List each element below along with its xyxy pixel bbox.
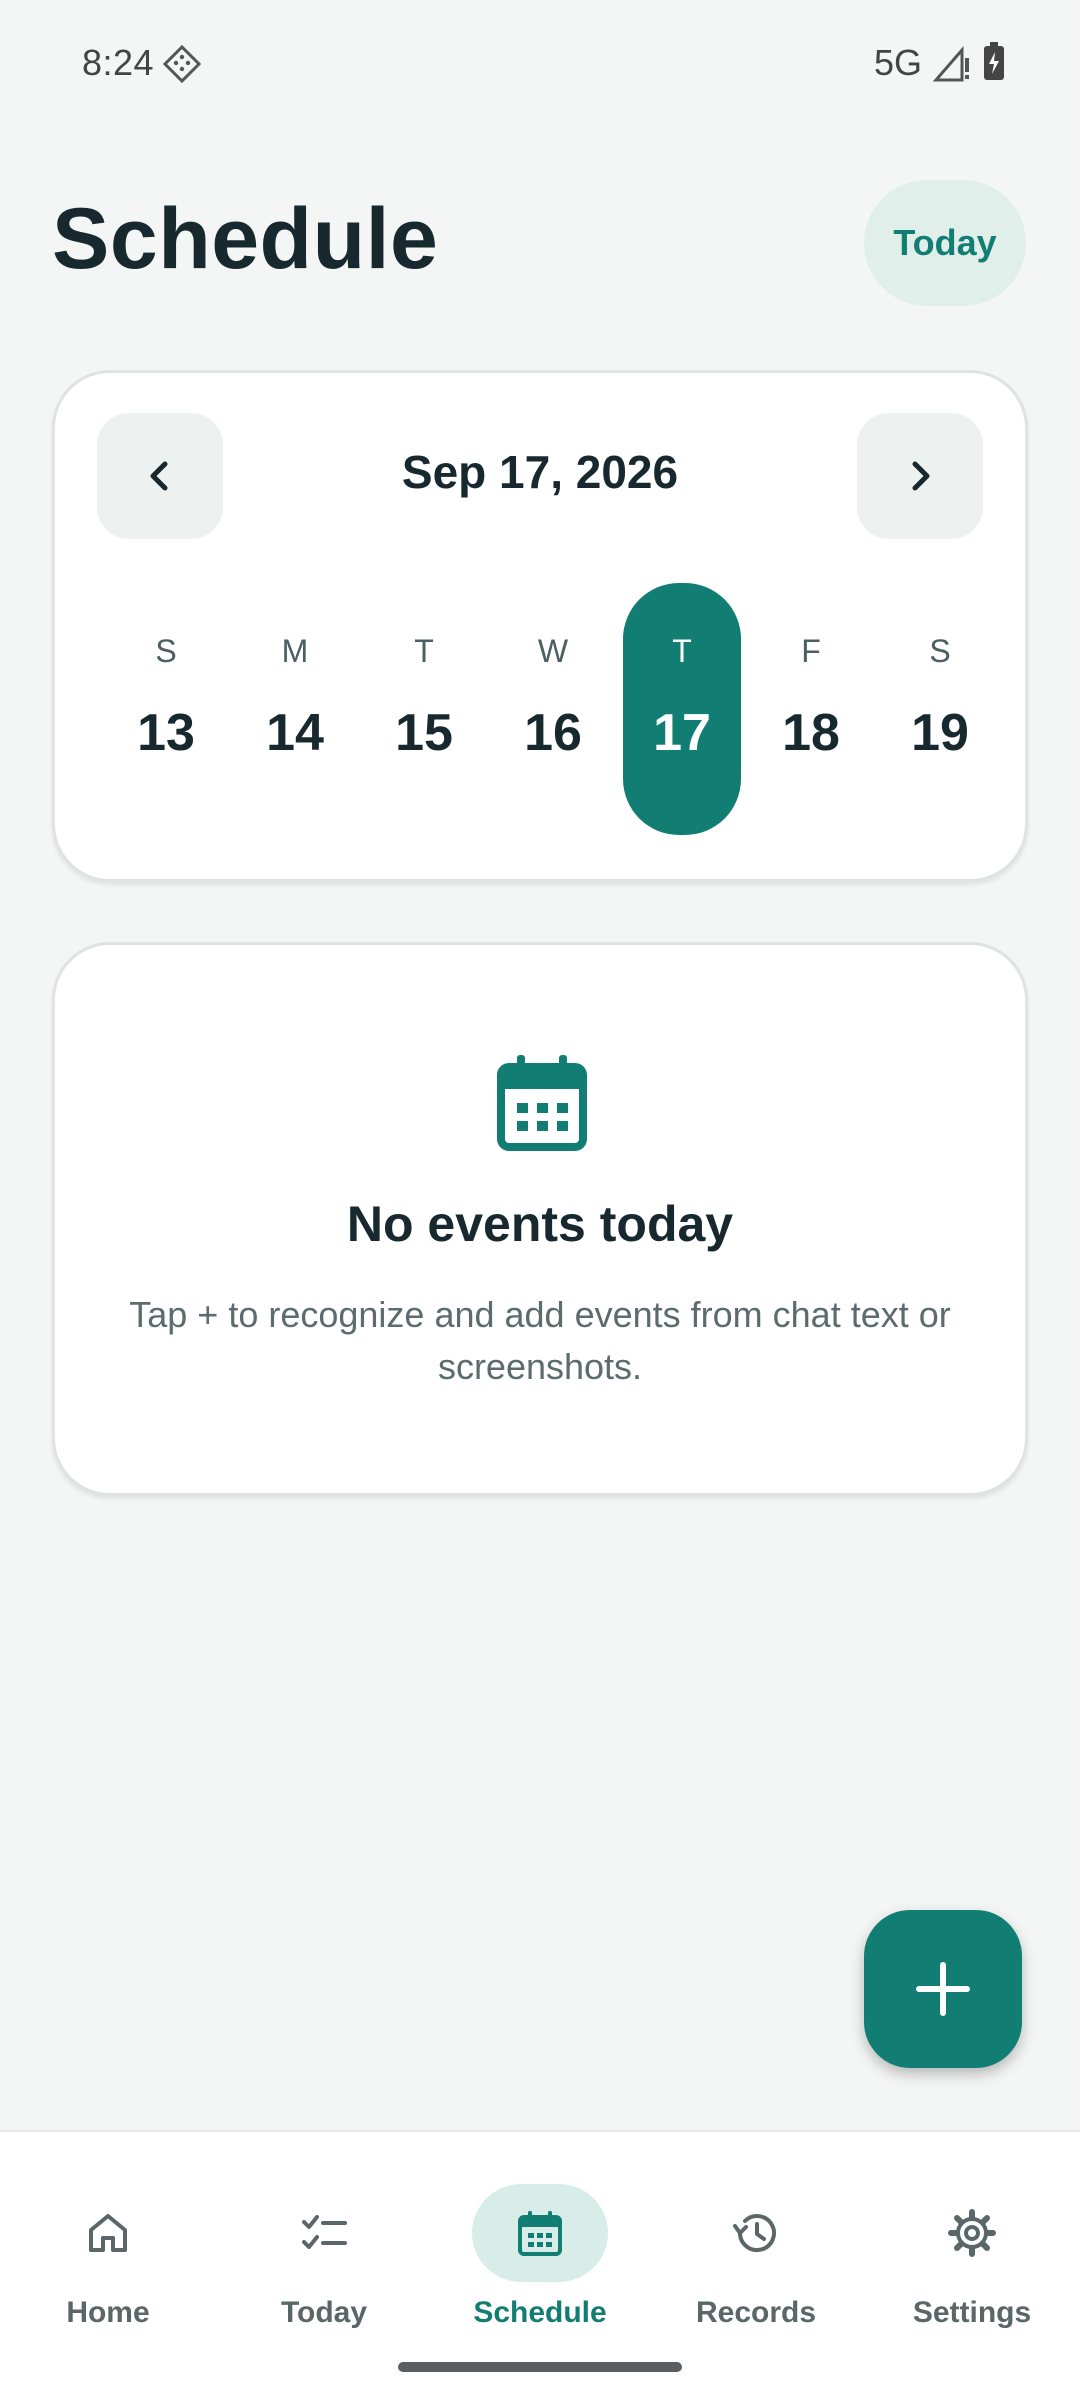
day-letter: T — [414, 633, 434, 669]
add-event-button[interactable] — [864, 1910, 1022, 2068]
calendar-icon — [518, 2211, 562, 2256]
calendar-icon — [497, 1055, 587, 1151]
day-cell[interactable]: F 18 — [752, 583, 870, 835]
day-cell[interactable]: S 19 — [881, 583, 999, 835]
nav-item-settings[interactable]: Settings — [872, 2158, 1072, 2348]
next-week-button[interactable] — [857, 413, 983, 539]
day-letter: M — [281, 633, 309, 669]
empty-state-description: Tap + to recognize and add events from c… — [129, 1294, 951, 1387]
day-number: 13 — [137, 704, 195, 762]
nav-icon-container — [472, 2184, 608, 2282]
day-letter: S — [929, 633, 951, 669]
nav-icon-container — [904, 2184, 1040, 2282]
checklist-icon — [302, 2215, 347, 2249]
day-number: 19 — [911, 704, 969, 762]
nav-item-home[interactable]: Home — [8, 2158, 208, 2348]
signal-icon — [932, 45, 969, 82]
bottom-navigation: Home Today Schedule Records Settings — [0, 2130, 1080, 2400]
nav-icon-container — [40, 2184, 176, 2282]
day-number: 18 — [782, 704, 840, 762]
week-calendar-card: Sep 17, 2026 S 13 M 14 T 15 W 16 T 17 F … — [52, 370, 1028, 882]
nav-label: Schedule — [473, 2296, 607, 2329]
nav-item-today[interactable]: Today — [224, 2158, 424, 2348]
status-time: 8:24 — [82, 42, 155, 83]
day-cell[interactable]: T 15 — [365, 583, 483, 835]
empty-events-card: No events today Tap + to recognize and a… — [52, 942, 1028, 1496]
day-letter: W — [537, 633, 569, 669]
week-strip: S 13 M 14 T 15 W 16 T 17 F 18 S 19 — [107, 583, 985, 835]
nav-icon-container — [688, 2184, 824, 2282]
day-letter: S — [155, 633, 177, 669]
network-type: 5G — [874, 42, 923, 83]
nav-item-schedule[interactable]: Schedule — [440, 2158, 640, 2348]
history-icon — [733, 2214, 776, 2253]
chevron-right-icon — [912, 461, 930, 491]
plus-icon — [916, 1962, 970, 2016]
day-cell[interactable]: S 13 — [107, 583, 225, 835]
day-cell[interactable]: M 14 — [236, 583, 354, 835]
day-cell[interactable]: W 16 — [494, 583, 612, 835]
empty-state-title: No events today — [346, 1196, 734, 1252]
nav-label: Today — [280, 2296, 368, 2329]
nav-item-records[interactable]: Records — [656, 2158, 856, 2348]
page-title: Schedule — [52, 191, 439, 287]
day-number: 14 — [266, 704, 324, 762]
day-number: 17 — [653, 704, 711, 762]
notification-icon — [162, 44, 202, 84]
nav-label: Records — [695, 2296, 817, 2329]
nav-label: Home — [66, 2296, 150, 2329]
nav-label: Settings — [912, 2296, 1032, 2329]
day-letter: F — [801, 633, 821, 669]
battery-icon — [984, 42, 1004, 80]
day-number: 15 — [395, 704, 453, 762]
status-bar: 8:24 5G — [0, 0, 1080, 128]
day-number: 16 — [524, 704, 582, 762]
home-indicator[interactable] — [398, 2362, 682, 2372]
today-button[interactable]: Today — [864, 180, 1026, 306]
gear-icon — [948, 2209, 996, 2257]
day-letter: T — [672, 633, 692, 669]
nav-icon-container — [256, 2184, 392, 2282]
home-icon — [89, 2214, 127, 2252]
day-cell-selected[interactable]: T 17 — [623, 583, 741, 835]
